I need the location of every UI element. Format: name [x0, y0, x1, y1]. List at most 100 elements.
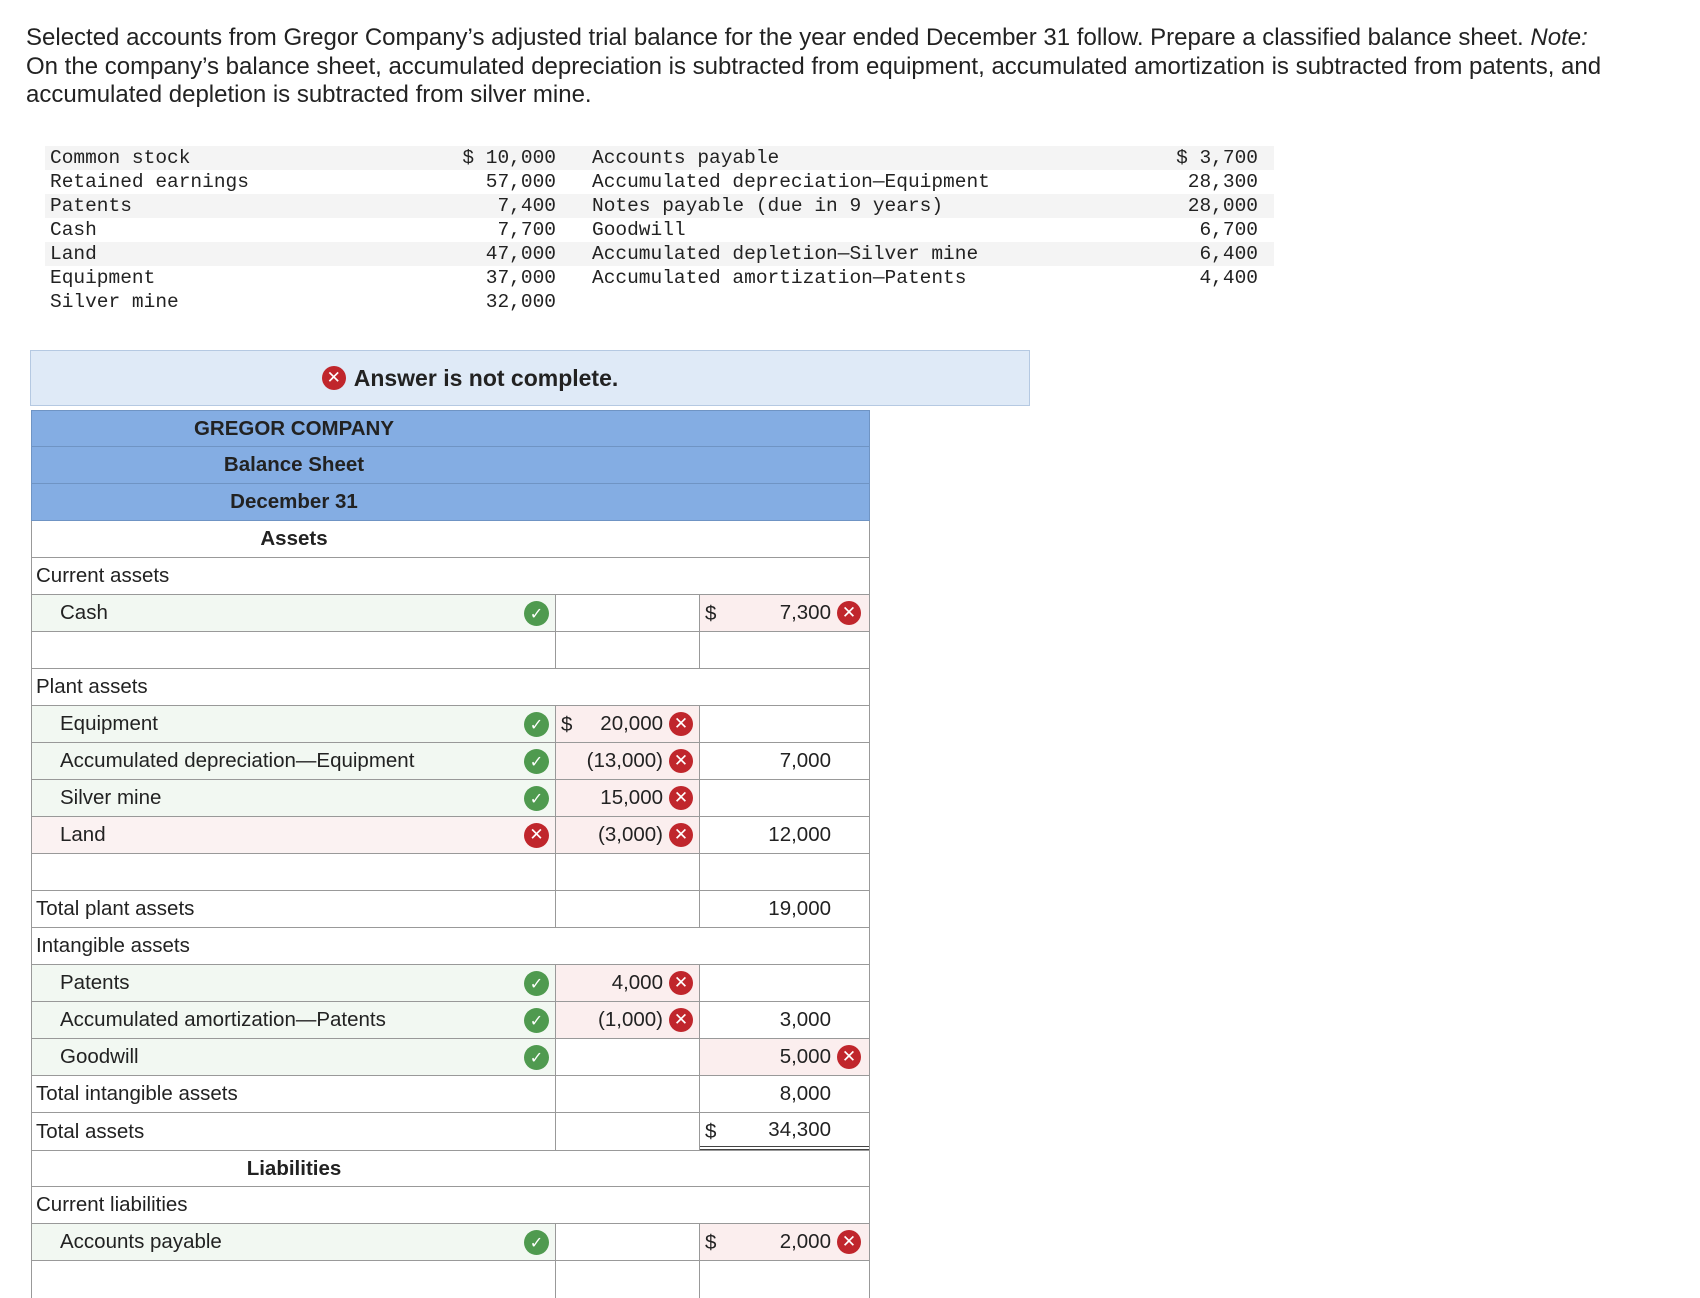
row-label: Equipment: [60, 712, 159, 735]
tb-amount: 7,400: [383, 194, 572, 218]
amount-cell: [556, 1076, 700, 1112]
tb-account: Accounts payable: [572, 146, 1155, 170]
table-row: Equipment ✓ $ 20,000 ✕: [31, 706, 870, 743]
tb-amount: 7,700: [497, 219, 556, 241]
cell-value: 20,000: [600, 712, 663, 735]
tb-amount: 57,000: [485, 171, 556, 193]
currency-symbol: $: [561, 713, 573, 736]
total-input[interactable]: [700, 780, 869, 816]
tb-amount: 6,700: [1199, 219, 1258, 241]
cell-value: 12,000: [768, 823, 831, 846]
account-select[interactable]: Accumulated depreciation—Equipment ✓: [32, 743, 556, 779]
cell-value: 8,000: [779, 1082, 831, 1105]
account-select[interactable]: Silver mine ✓: [32, 780, 556, 816]
total-input[interactable]: 5,000 ✕: [700, 1039, 869, 1075]
check-icon: ✓: [524, 749, 549, 774]
account-select[interactable]: Goodwill ✓: [32, 1039, 556, 1075]
table-row: Silver mine ✓ 15,000 ✕: [31, 780, 870, 817]
statement-title: Balance Sheet: [31, 447, 870, 484]
row-label: Goodwill: [60, 1045, 139, 1068]
table-row: Total assets $ 34,300: [31, 1113, 870, 1150]
total-input[interactable]: [700, 854, 869, 890]
table-row: Intangible assets: [31, 928, 870, 965]
amount-input[interactable]: [556, 854, 700, 890]
row-label: Total assets: [32, 1113, 556, 1150]
total-input[interactable]: [700, 706, 869, 742]
account-select[interactable]: Patents ✓: [32, 965, 556, 1001]
table-row: Plant assets: [31, 669, 870, 706]
status-label: Answer is not complete.: [353, 364, 619, 391]
total-input[interactable]: $ 7,300 ✕: [700, 595, 869, 631]
amount-input[interactable]: 15,000 ✕: [556, 780, 700, 816]
total-input[interactable]: 7,000: [700, 743, 869, 779]
amount-input[interactable]: [556, 632, 700, 668]
check-icon: ✓: [524, 1045, 549, 1070]
cell-value: 15,000: [600, 786, 663, 809]
tb-amount: 47,000: [383, 242, 572, 266]
account-select[interactable]: [32, 632, 556, 668]
row-label: Patents: [60, 971, 130, 994]
amount-input[interactable]: (3,000) ✕: [556, 817, 700, 853]
check-icon: ✓: [524, 601, 549, 626]
account-select[interactable]: Accounts payable ✓: [32, 1224, 556, 1260]
account-select[interactable]: Land ✕: [32, 817, 556, 853]
amount-input[interactable]: [556, 595, 700, 631]
table-row: Current liabilities: [31, 1187, 870, 1224]
total-input[interactable]: [700, 965, 869, 1001]
assets-heading: Assets: [31, 521, 870, 558]
amount-cell: [556, 891, 700, 927]
amount-input[interactable]: (13,000) ✕: [556, 743, 700, 779]
tb-amount: $ 10,000: [383, 146, 572, 170]
amount-input[interactable]: [556, 1261, 700, 1298]
total-cell: $ 34,300: [700, 1113, 869, 1150]
x-circle-icon: ✕: [669, 786, 693, 810]
x-circle-icon: ✕: [669, 749, 693, 773]
account-select[interactable]: Cash ✓: [32, 595, 556, 631]
amount-input[interactable]: [556, 1039, 700, 1075]
check-icon: ✓: [524, 1008, 549, 1033]
tb-account: Silver mine: [45, 290, 383, 314]
section-label: Current liabilities: [36, 1193, 188, 1216]
row-label: Accounts payable: [60, 1230, 222, 1253]
cell-value: 5,000: [779, 1045, 831, 1068]
tb-account: Equipment: [50, 267, 156, 289]
total-input[interactable]: 3,000: [700, 1002, 869, 1038]
note-label: Note:: [1530, 24, 1588, 51]
cell-value: 19,000: [768, 897, 831, 920]
table-row: Total intangible assets 8,000: [31, 1076, 870, 1113]
x-circle-icon: ✕: [669, 823, 693, 847]
row-label: Accumulated depreciation—Equipment: [60, 749, 415, 772]
table-row: Accounts payable ✓ $ 2,000 ✕: [31, 1224, 870, 1261]
amount-input[interactable]: 4,000 ✕: [556, 965, 700, 1001]
currency-symbol: $: [705, 1120, 717, 1143]
cell-value: (3,000): [598, 823, 663, 846]
tb-account: Common stock: [45, 146, 383, 170]
amount-cell: [556, 1113, 700, 1150]
row-label: Land: [60, 823, 106, 846]
cell-value: 7,300: [779, 601, 831, 624]
account-select[interactable]: Equipment ✓: [32, 706, 556, 742]
account-select[interactable]: [32, 1261, 556, 1298]
amount-input[interactable]: [556, 1224, 700, 1260]
amount-input[interactable]: $ 20,000 ✕: [556, 706, 700, 742]
total-input[interactable]: [700, 632, 869, 668]
total-input[interactable]: 12,000: [700, 817, 869, 853]
section-label: Current assets: [36, 564, 170, 587]
x-circle-icon: ✕: [669, 1008, 693, 1032]
total-cell: 8,000: [700, 1076, 869, 1112]
total-input[interactable]: [700, 1261, 869, 1298]
tb-amount: 4,400: [1199, 267, 1258, 289]
tb-account: Goodwill: [592, 219, 686, 241]
cell-value: (1,000): [598, 1008, 663, 1031]
total-input[interactable]: $ 2,000 ✕: [700, 1224, 869, 1260]
amount-input[interactable]: (1,000) ✕: [556, 1002, 700, 1038]
tb-account: Land: [45, 242, 383, 266]
cell-value: 3,000: [779, 1008, 831, 1031]
balance-sheet-form: GREGOR COMPANY Balance Sheet December 31…: [31, 410, 870, 1298]
account-select[interactable]: [32, 854, 556, 890]
account-select[interactable]: Accumulated amortization—Patents ✓: [32, 1002, 556, 1038]
table-row: [31, 632, 870, 669]
table-row: [31, 854, 870, 891]
check-icon: ✓: [524, 971, 549, 996]
x-circle-icon: ✕: [669, 712, 693, 736]
